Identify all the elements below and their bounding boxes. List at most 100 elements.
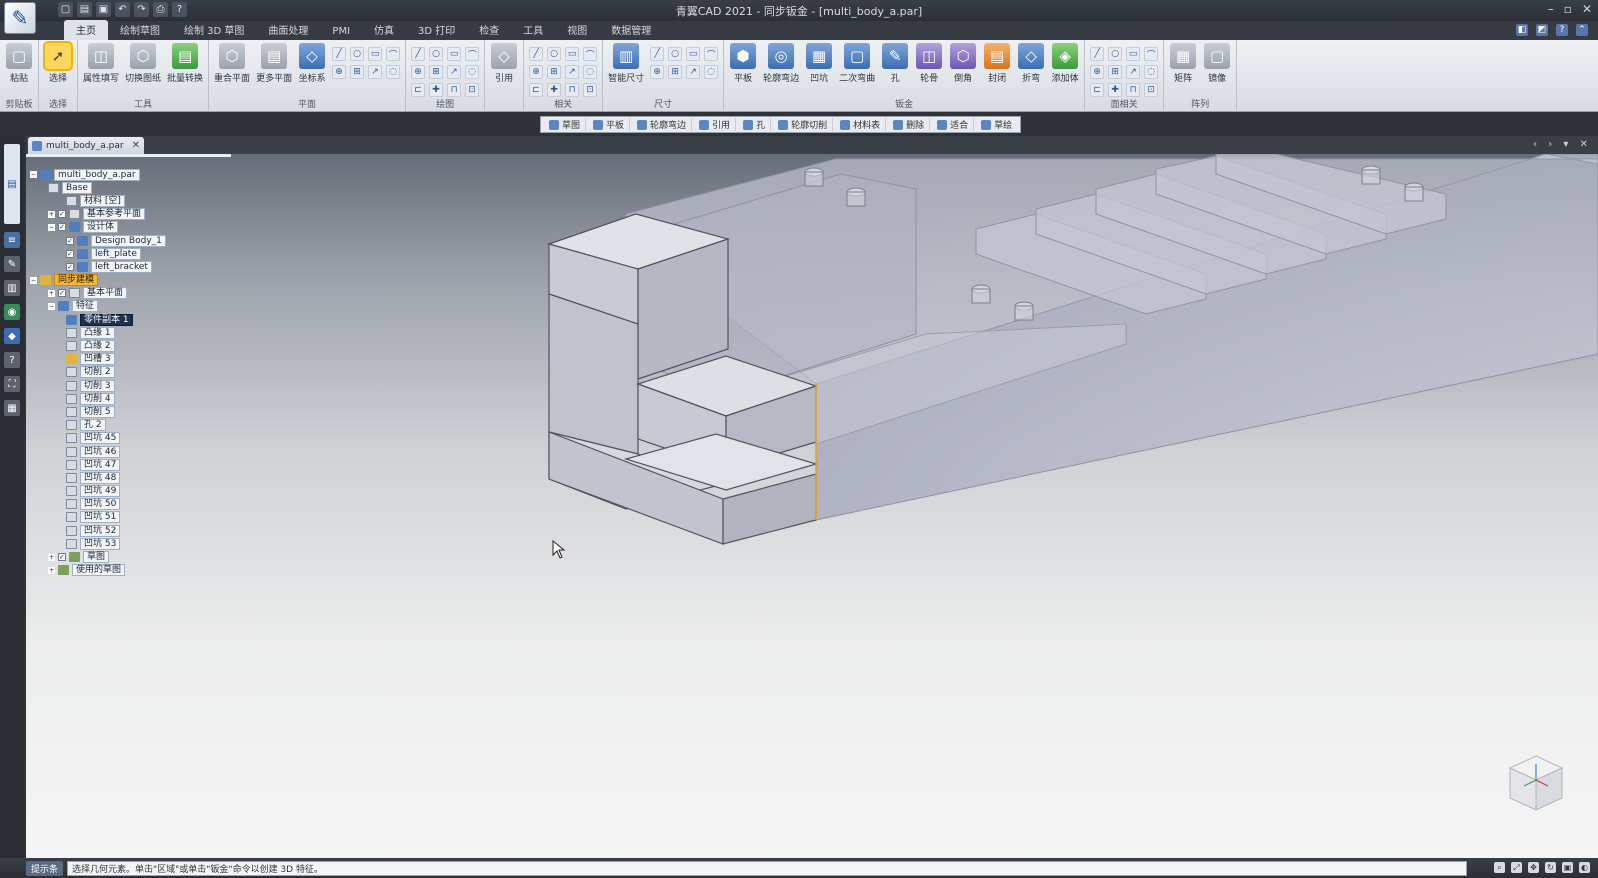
small-tool-icon[interactable]: ✚ — [429, 83, 444, 97]
tree-node[interactable]: 切削 4 — [30, 392, 230, 405]
ribbon-tab[interactable]: 曲面处理 — [256, 20, 320, 40]
redo-icon[interactable]: ↷ — [134, 2, 149, 17]
ribbon-command-button[interactable]: ▤ 批量转换 — [167, 43, 203, 84]
prompt-bar-input[interactable] — [67, 860, 1468, 876]
small-tool-icon[interactable]: ◌ — [583, 65, 598, 79]
visibility-checkbox[interactable]: ✓ — [66, 236, 74, 245]
collapse-ribbon-icon[interactable]: ⌃ — [1576, 24, 1588, 36]
maximize-icon[interactable]: ▫ — [1564, 2, 1572, 16]
tree-node[interactable]: − ✓ 设计体 — [30, 221, 230, 234]
zoom-icon[interactable]: ⌕ — [1494, 862, 1505, 873]
small-tool-icon[interactable]: ○ — [547, 47, 562, 61]
view-icon[interactable]: ▣ — [1562, 862, 1573, 873]
small-tool-icon[interactable]: ⊏ — [1090, 83, 1105, 97]
command-bar-item[interactable]: 删除 — [888, 118, 931, 131]
ribbon-command-button[interactable]: ✎ 孔 — [881, 43, 909, 84]
layers-icon[interactable]: ≡ — [4, 232, 20, 248]
ribbon-tab[interactable]: 3D 打印 — [406, 20, 467, 40]
close-icon[interactable]: ✕ — [132, 140, 140, 151]
tree-node[interactable]: Base — [30, 181, 230, 194]
small-tool-icon[interactable]: ⌒ — [704, 47, 719, 61]
tree-node[interactable]: 凸缘 1 — [30, 326, 230, 339]
ribbon-tab[interactable]: 数据管理 — [599, 20, 663, 40]
ribbon-command-button[interactable]: ◇ 折弯 — [1017, 43, 1045, 84]
reports-icon[interactable]: ◆ — [4, 328, 20, 344]
ribbon-command-button[interactable]: ▢ 粘贴 — [5, 43, 33, 84]
small-tool-icon[interactable]: ○ — [668, 47, 683, 61]
tree-node[interactable]: 凹坑 53 — [30, 537, 230, 550]
shade-icon[interactable]: ◐ — [1579, 862, 1590, 873]
tree-node[interactable]: ✓ left_bracket — [30, 260, 230, 273]
small-tool-icon[interactable]: ⊡ — [465, 83, 480, 97]
ribbon-command-button[interactable]: ▦ 矩阵 — [1169, 43, 1197, 84]
small-tool-icon[interactable]: ▭ — [1126, 47, 1141, 61]
ribbon-command-button[interactable]: ⬢ 平板 — [729, 43, 757, 84]
tree-node[interactable]: 切削 2 — [30, 366, 230, 379]
tree-node[interactable]: 零件副本 1 — [30, 313, 230, 326]
small-tool-icon[interactable]: ⊞ — [350, 65, 365, 79]
tree-node[interactable]: 凹坑 48 — [30, 471, 230, 484]
small-tool-icon[interactable]: ⊏ — [529, 83, 544, 97]
save-icon[interactable]: ▣ — [96, 2, 111, 17]
command-bar-item[interactable]: 轮廓弯边 — [632, 118, 693, 131]
expand-icon[interactable]: + — [48, 210, 55, 218]
small-tool-icon[interactable]: ⊓ — [1126, 83, 1141, 97]
collapse-icon[interactable]: − — [48, 302, 55, 310]
small-tool-icon[interactable]: ↗ — [368, 65, 383, 79]
command-bar-item[interactable]: 引用 — [694, 118, 737, 131]
collapse-icon[interactable]: − — [48, 223, 55, 231]
sheet-metal-model[interactable] — [26, 154, 1598, 858]
expand-icon[interactable]: + — [48, 553, 55, 561]
tree-node[interactable]: 材料 [空] — [30, 194, 230, 207]
tree-node[interactable]: 凹槽 3 — [30, 353, 230, 366]
help-icon[interactable]: ? — [172, 2, 187, 17]
ribbon-command-button[interactable]: ◫ 属性填写 — [83, 43, 119, 84]
small-tool-icon[interactable]: ↗ — [686, 65, 701, 79]
ribbon-tab[interactable]: 仿真 — [362, 20, 406, 40]
small-tool-icon[interactable]: ✚ — [547, 83, 562, 97]
small-tool-icon[interactable]: ▭ — [368, 47, 383, 61]
small-tool-icon[interactable]: ◌ — [704, 65, 719, 79]
tree-node[interactable]: − 同步建模 — [30, 274, 230, 287]
collapse-icon[interactable]: − — [30, 171, 37, 179]
small-tool-icon[interactable]: ⊕ — [332, 65, 347, 79]
tree-node[interactable]: + ✓ 草图 — [30, 550, 230, 564]
small-tool-icon[interactable]: ↗ — [565, 65, 580, 79]
pan-icon[interactable]: ✥ — [1528, 862, 1539, 873]
ribbon-tab[interactable]: 绘制 3D 草图 — [172, 20, 256, 40]
small-tool-icon[interactable]: ╱ — [529, 47, 544, 61]
small-tool-icon[interactable]: ⌒ — [583, 47, 598, 61]
ribbon-tab[interactable]: 工具 — [511, 20, 555, 40]
sensor-icon[interactable]: ◉ — [4, 304, 20, 320]
small-tool-icon[interactable]: ⊕ — [650, 65, 665, 79]
small-tool-icon[interactable]: ╱ — [411, 47, 426, 61]
view-cube-icon[interactable] — [1504, 750, 1568, 814]
small-tool-icon[interactable]: ⊞ — [668, 65, 683, 79]
command-bar-item[interactable]: 草图 — [544, 118, 587, 131]
small-tool-icon[interactable]: ⊕ — [411, 65, 426, 79]
selection-icon[interactable]: ⛶ — [4, 376, 20, 392]
ribbon-tab[interactable]: PMI — [320, 24, 362, 40]
ribbon-command-button[interactable]: ⬡ 重合平面 — [214, 43, 250, 84]
command-bar-item[interactable]: 平板 — [588, 118, 631, 131]
ribbon-command-button[interactable]: ▢ 二次弯曲 — [839, 43, 875, 84]
document-nav-arrows[interactable]: ‹ › ▾ ✕ — [1533, 139, 1592, 150]
ribbon-command-button[interactable]: ▤ 更多平面 — [256, 43, 292, 84]
small-tool-icon[interactable]: ⊡ — [1144, 83, 1159, 97]
small-tool-icon[interactable]: ○ — [1108, 47, 1123, 61]
small-tool-icon[interactable]: ⊞ — [1108, 65, 1123, 79]
tree-node[interactable]: 切削 5 — [30, 405, 230, 418]
ribbon-command-button[interactable]: ⬡ 切换图纸 — [125, 43, 161, 84]
small-tool-icon[interactable]: ⊡ — [583, 83, 598, 97]
print-icon[interactable]: ⎙ — [153, 2, 168, 17]
tree-node[interactable]: + ✓ 基本参考平面 — [30, 208, 230, 221]
tree-node[interactable]: 凹坑 50 — [30, 498, 230, 511]
tree-node[interactable]: 切削 3 — [30, 379, 230, 392]
tree-node[interactable]: + ✓ 基本平面 — [30, 287, 230, 300]
small-tool-icon[interactable]: ◌ — [1144, 65, 1159, 79]
visibility-checkbox[interactable]: ✓ — [66, 262, 74, 271]
undo-icon[interactable]: ↶ — [115, 2, 130, 17]
visibility-checkbox[interactable]: ✓ — [58, 223, 66, 232]
command-bar-item[interactable]: 适合 — [932, 118, 975, 131]
tree-node[interactable]: 凹坑 45 — [30, 432, 230, 445]
